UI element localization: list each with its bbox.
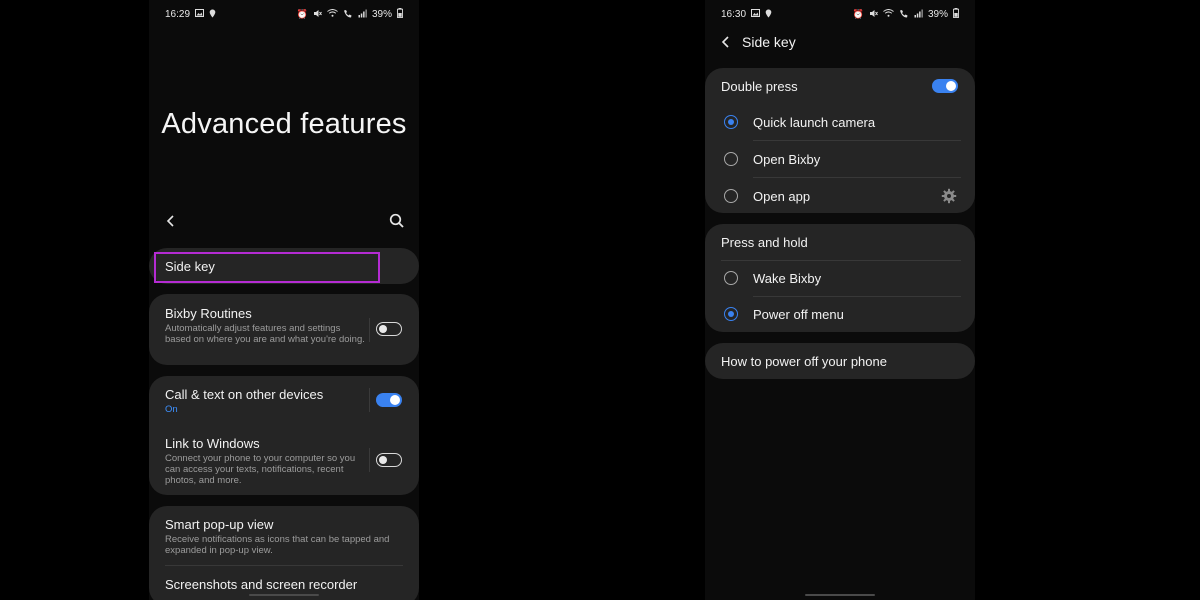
wake-bixby-label: Wake Bixby	[753, 271, 822, 286]
wifi-calling-icon	[343, 9, 353, 20]
link-windows-row[interactable]: Link to Windows Connect your phone to yo…	[149, 428, 419, 495]
image-icon	[751, 9, 761, 19]
home-indicator	[249, 594, 319, 596]
open-app-option[interactable]: Open app	[705, 178, 975, 213]
quick-launch-camera-option[interactable]: Quick launch camera	[705, 104, 975, 140]
call-text-row[interactable]: Call & text on other devices On	[149, 376, 419, 424]
press-hold-card: Press and hold Wake Bixby Power off menu	[705, 224, 975, 332]
home-indicator	[805, 594, 875, 596]
bixby-routines-card: Bixby Routines Automatically adjust feat…	[149, 294, 419, 365]
screenshots-title: Screenshots and screen recorder	[165, 577, 358, 592]
power-off-menu-label: Power off menu	[753, 307, 844, 322]
link-windows-title: Link to Windows	[165, 436, 260, 451]
open-app-label: Open app	[753, 189, 811, 204]
mute-icon	[869, 9, 878, 20]
quick-launch-camera-radio[interactable]	[724, 115, 738, 129]
alarm-icon: ⏰	[296, 8, 308, 19]
side-key-screen: 16:30 ⏰ 39% Side key Double press Quick …	[705, 0, 975, 600]
open-bixby-option[interactable]: Open Bixby	[705, 141, 975, 177]
location-icon	[765, 9, 772, 20]
power-off-help-card: How to power off your phone	[705, 343, 975, 379]
signal-icon	[358, 9, 367, 20]
back-arrow-icon[interactable]	[163, 211, 179, 231]
open-bixby-label: Open Bixby	[753, 152, 821, 167]
wifi-icon	[883, 9, 894, 19]
bixby-routines-title: Bixby Routines	[165, 306, 252, 321]
smart-popup-description: Receive notifications as icons that can …	[165, 534, 390, 556]
power-off-menu-option[interactable]: Power off menu	[705, 297, 975, 332]
link-windows-toggle[interactable]	[376, 453, 402, 467]
image-icon	[195, 9, 205, 19]
status-time: 16:30	[721, 8, 747, 20]
page-title: Side key	[742, 34, 796, 50]
search-icon[interactable]	[387, 211, 407, 231]
side-key-label: Side key	[165, 259, 215, 274]
wifi-icon	[327, 9, 338, 19]
double-press-title: Double press	[721, 79, 798, 94]
press-hold-header: Press and hold	[705, 224, 975, 260]
side-key-card: Side key	[149, 248, 419, 284]
signal-icon	[914, 9, 923, 20]
advanced-features-screen: 16:29 ⏰ 39% Advanced features Side key B…	[149, 0, 419, 600]
double-press-row[interactable]: Double press	[705, 68, 975, 104]
back-arrow-icon[interactable]	[719, 34, 733, 50]
settings-gear-icon[interactable]	[941, 188, 957, 204]
wake-bixby-option[interactable]: Wake Bixby	[705, 261, 975, 296]
wifi-calling-icon	[899, 9, 909, 20]
battery-percent: 39%	[371, 8, 392, 20]
power-off-menu-radio[interactable]	[724, 307, 738, 321]
battery-icon	[397, 8, 403, 20]
power-off-help-label: How to power off your phone	[721, 354, 887, 369]
more-features-card: Smart pop-up view Receive notifications …	[149, 506, 419, 600]
mute-icon	[313, 9, 322, 20]
press-hold-title: Press and hold	[721, 235, 808, 250]
page-title: Advanced features	[161, 108, 407, 140]
status-bar: 16:29 ⏰ 39%	[165, 7, 403, 21]
open-bixby-radio[interactable]	[724, 152, 738, 166]
link-windows-description: Connect your phone to your computer so y…	[165, 453, 356, 486]
call-text-toggle[interactable]	[376, 393, 402, 407]
power-off-help-link[interactable]: How to power off your phone	[705, 343, 975, 379]
bixby-routines-description: Automatically adjust features and settin…	[165, 323, 365, 345]
divider	[369, 448, 370, 472]
status-time: 16:29	[165, 8, 191, 20]
location-icon	[209, 9, 216, 20]
battery-percent: 39%	[927, 8, 948, 20]
quick-launch-camera-label: Quick launch camera	[753, 115, 876, 130]
alarm-icon: ⏰	[852, 8, 864, 19]
bixby-routines-row[interactable]: Bixby Routines Automatically adjust feat…	[149, 294, 419, 365]
battery-icon	[953, 8, 959, 20]
bixby-routines-toggle[interactable]	[376, 322, 402, 336]
wake-bixby-radio[interactable]	[724, 271, 738, 285]
call-text-title: Call & text on other devices	[165, 387, 324, 402]
smart-popup-title: Smart pop-up view	[165, 517, 274, 532]
side-key-row[interactable]: Side key	[149, 248, 419, 284]
call-text-status: On	[165, 404, 178, 415]
double-press-card: Double press Quick launch camera Open Bi…	[705, 68, 975, 213]
connections-card: Call & text on other devices On Link to …	[149, 376, 419, 495]
divider	[369, 318, 370, 342]
smart-popup-row[interactable]: Smart pop-up view Receive notifications …	[149, 506, 419, 564]
open-app-radio[interactable]	[724, 189, 738, 203]
divider	[369, 388, 370, 412]
double-press-toggle[interactable]	[932, 79, 958, 93]
status-bar: 16:30 ⏰ 39%	[721, 7, 959, 21]
